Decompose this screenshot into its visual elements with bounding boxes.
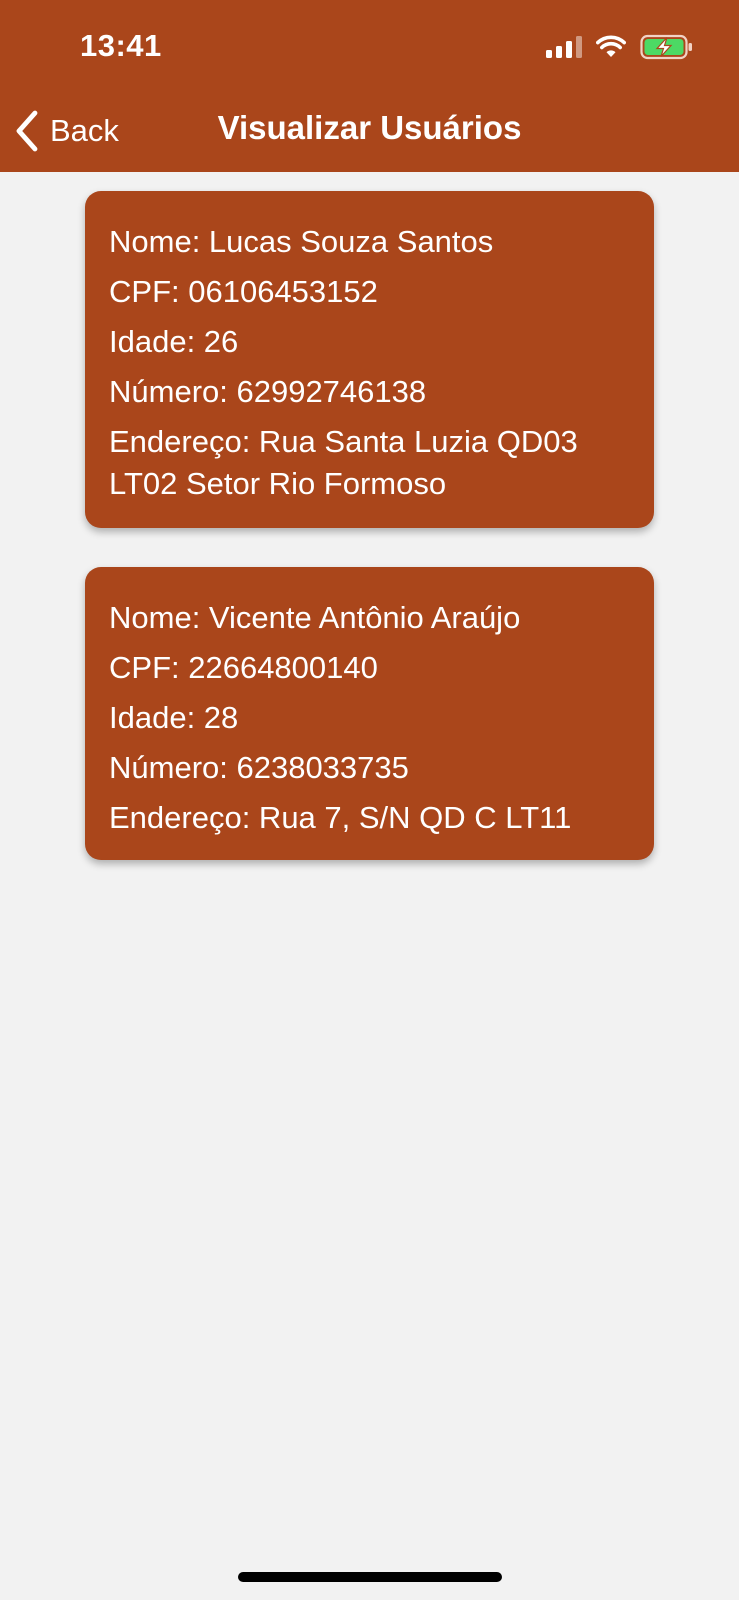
chevron-left-icon <box>16 110 38 152</box>
page-title-text: Visualizar Usuários <box>217 109 522 146</box>
back-label: Back <box>50 113 119 148</box>
user-address: Endereço: Rua Santa Luzia QD03 LT02 Seto… <box>109 424 578 501</box>
user-cpf: CPF: 06106453152 <box>109 274 378 309</box>
user-name: Nome: Vicente Antônio Araújo <box>109 600 521 635</box>
home-indicator[interactable] <box>238 1572 502 1582</box>
status-time: 13:41 <box>80 28 162 63</box>
navigation-bar: 13:41 Back Visualizar Usuários <box>0 0 739 172</box>
user-card: Nome: Vicente Antônio Araújo CPF: 226648… <box>85 567 654 860</box>
user-name: Nome: Lucas Souza Santos <box>109 224 494 259</box>
user-age: Idade: 26 <box>109 324 239 359</box>
signal-icon <box>546 36 582 58</box>
user-phone: Número: 6238033735 <box>109 750 409 785</box>
back-button[interactable]: Back <box>14 107 119 155</box>
user-cpf: CPF: 22664800140 <box>109 650 378 685</box>
status-icons <box>546 32 694 62</box>
user-address: Endereço: Rua 7, S/N QD C LT11 <box>109 800 572 835</box>
wifi-icon <box>596 35 626 57</box>
battery-charging-icon <box>640 34 692 60</box>
user-age: Idade: 28 <box>109 700 239 735</box>
user-card: Nome: Lucas Souza Santos CPF: 0610645315… <box>85 191 654 528</box>
user-phone: Número: 62992746138 <box>109 374 427 409</box>
